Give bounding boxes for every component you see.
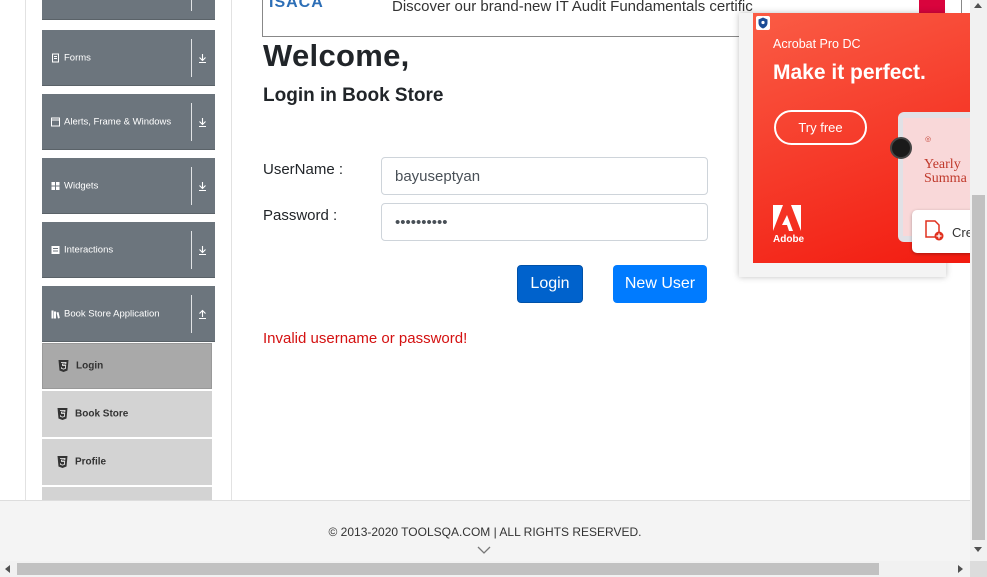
- sidebar-item-book-store[interactable]: Book Store: [42, 391, 212, 437]
- sidebar-item-label: Login: [76, 360, 104, 372]
- html5-icon: [57, 456, 68, 468]
- chevron-down-icon[interactable]: [477, 545, 491, 555]
- html5-icon: [58, 360, 69, 372]
- sidebar-group-label: Forms: [64, 52, 91, 63]
- username-input[interactable]: [381, 157, 708, 195]
- books-icon: [51, 310, 60, 318]
- divider: [191, 295, 192, 333]
- scroll-down-icon[interactable]: [974, 547, 982, 552]
- ad-try-free-button[interactable]: Try free: [774, 110, 867, 145]
- divider: [191, 167, 192, 205]
- new-user-button[interactable]: New User: [613, 265, 707, 303]
- banner-logo: ISACA: [269, 0, 324, 11]
- grid-icon: [51, 181, 60, 190]
- sidebar-group-label: Widgets: [64, 180, 99, 191]
- page-title: Welcome,: [263, 38, 410, 73]
- sidebar-item-login[interactable]: Login: [42, 343, 212, 389]
- sidebar-group-widgets[interactable]: Widgets: [42, 158, 215, 214]
- window-icon: [51, 117, 60, 126]
- scroll-left-icon[interactable]: [5, 565, 10, 573]
- adobe-logo-icon: [773, 205, 801, 231]
- ad-card-text: Cre: [952, 225, 971, 240]
- horizontal-scrollbar[interactable]: [0, 561, 987, 577]
- divider: [191, 103, 192, 141]
- sidebar-item-profile[interactable]: Profile: [42, 439, 212, 485]
- download-arrow-icon: [199, 181, 206, 191]
- vertical-scroll-thumb[interactable]: [972, 195, 985, 540]
- ad-headline: Make it perfect.: [773, 61, 926, 84]
- sidebar-group-label: Alerts, Frame & Windows: [64, 116, 172, 127]
- download-arrow-icon: [199, 53, 206, 63]
- ad-screen-text: Yearly Summa: [924, 157, 967, 186]
- adobe-ad[interactable]: Acrobat Pro DC Make it perfect. Try free…: [753, 13, 971, 263]
- sidebar-group-interactions[interactable]: Interactions: [42, 222, 215, 278]
- download-arrow-icon: [199, 245, 206, 255]
- ad-cursor-dot: [890, 137, 912, 159]
- sidebar-item-label: Book Store: [75, 408, 129, 420]
- sidebar-group-label: Book Store Application: [64, 308, 160, 319]
- html5-icon: [57, 408, 68, 420]
- sidebar-divider: [231, 0, 232, 500]
- upload-arrow-icon: [199, 309, 206, 319]
- sidebar-group-elements[interactable]: [42, 0, 215, 20]
- ad-product-name: Acrobat Pro DC: [773, 37, 861, 51]
- banner-text: Discover our brand-new IT Audit Fundamen…: [392, 0, 753, 15]
- divider: [191, 39, 192, 77]
- password-label: Password :: [263, 207, 338, 224]
- ad-screen-logo: ◎: [925, 136, 932, 143]
- error-message: Invalid username or password!: [263, 330, 468, 347]
- login-button[interactable]: Login: [517, 265, 583, 303]
- sidebar-group-book-store-application[interactable]: Book Store Application: [42, 286, 215, 342]
- ad-brand-name: Adobe: [773, 234, 805, 245]
- sidebar-group-forms[interactable]: Forms: [42, 30, 215, 86]
- ad-choices-icon[interactable]: [756, 16, 770, 30]
- username-label: UserName :: [263, 161, 344, 178]
- sidebar-group-label: Interactions: [64, 244, 114, 255]
- footer-copyright: © 2013-2020 TOOLSQA.COM | ALL RIGHTS RES…: [328, 525, 642, 539]
- divider: [191, 231, 192, 269]
- divider: [191, 0, 192, 11]
- vertical-scrollbar[interactable]: [970, 0, 987, 561]
- horizontal-scroll-thumb[interactable]: [17, 563, 879, 575]
- form-icon: [52, 53, 59, 62]
- scroll-right-icon[interactable]: [958, 565, 963, 573]
- scroll-up-icon[interactable]: [974, 3, 982, 8]
- footer: © 2013-2020 TOOLSQA.COM | ALL RIGHTS RES…: [0, 500, 970, 561]
- interactions-icon: [51, 245, 60, 254]
- sidebar-group-alerts-frame-windows[interactable]: Alerts, Frame & Windows: [42, 94, 215, 150]
- browser-viewport: Forms Alerts, Frame & Windows Widgets In…: [0, 0, 987, 577]
- download-arrow-icon: [199, 117, 206, 127]
- page-subtitle: Login in Book Store: [263, 85, 444, 106]
- sidebar-left-border: [25, 0, 26, 500]
- password-input[interactable]: [381, 203, 708, 241]
- sidebar-item-label: Profile: [75, 456, 107, 468]
- pdf-add-icon: [925, 220, 944, 241]
- sidebar-item-partial[interactable]: [42, 487, 212, 500]
- scrollbar-corner: [970, 561, 987, 577]
